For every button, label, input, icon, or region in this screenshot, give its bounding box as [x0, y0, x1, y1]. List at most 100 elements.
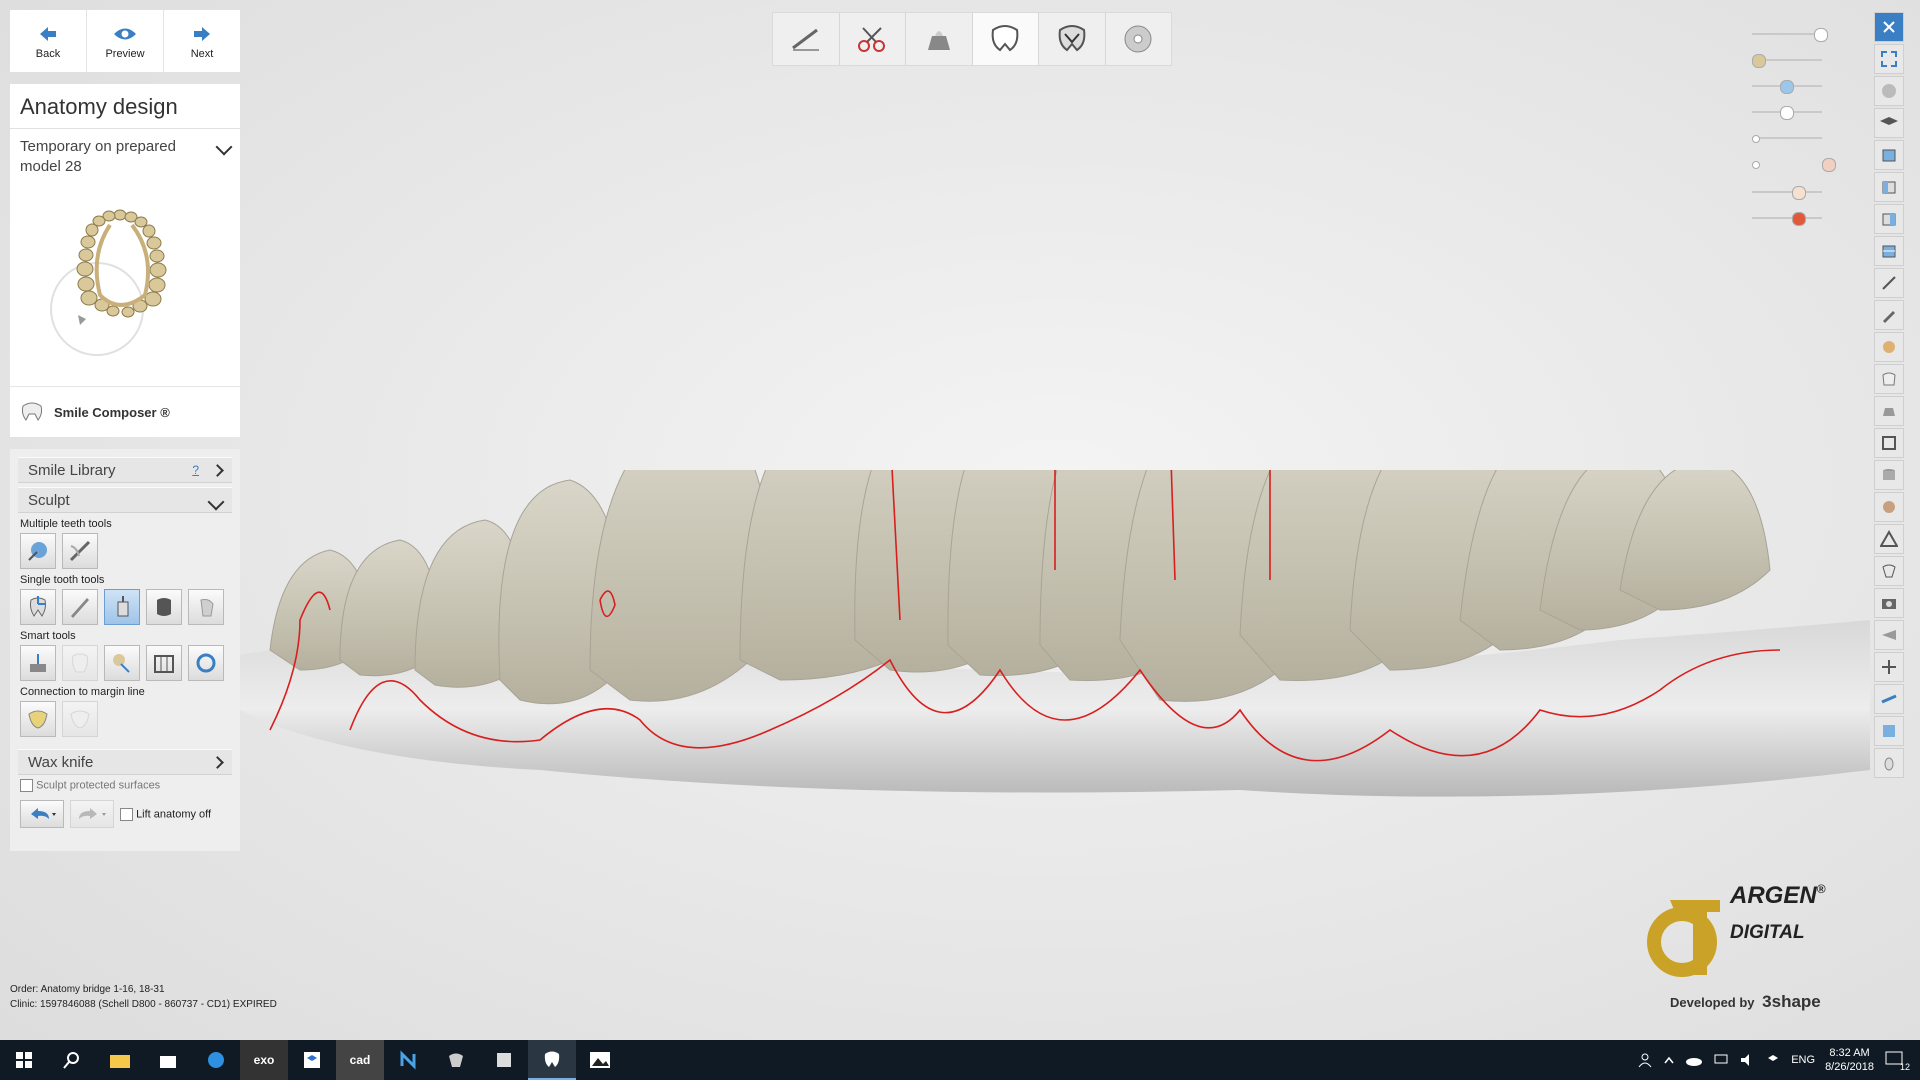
taskbar-exo[interactable]: exo: [240, 1040, 288, 1080]
view-front-button[interactable]: [1874, 140, 1904, 170]
undo-button[interactable]: [20, 800, 64, 828]
taskbar-scanner[interactable]: [480, 1040, 528, 1080]
view-top-button[interactable]: [1874, 236, 1904, 266]
taskbar-photos[interactable]: [576, 1040, 624, 1080]
lift-anatomy-option[interactable]: Lift anatomy off: [120, 807, 211, 821]
start-button[interactable]: [0, 1040, 48, 1080]
scan-button[interactable]: [1874, 332, 1904, 362]
face-button[interactable]: [1874, 492, 1904, 522]
taskbar-edge[interactable]: [192, 1040, 240, 1080]
chevron-down-icon[interactable]: [207, 493, 225, 511]
transform-teeth-tool[interactable]: [20, 533, 56, 569]
dropbox-tray-icon[interactable]: [1765, 1053, 1781, 1067]
cut-slider[interactable]: [1752, 130, 1840, 146]
view-right-button[interactable]: [1874, 204, 1904, 234]
ruler-button[interactable]: [1874, 684, 1904, 714]
step-margin[interactable]: [773, 13, 840, 65]
snapshot-button[interactable]: [1874, 588, 1904, 618]
brush-icon: [1884, 757, 1894, 771]
articulator-button[interactable]: [1874, 716, 1904, 746]
tooth-chart[interactable]: [10, 185, 240, 395]
step-anatomy[interactable]: [972, 13, 1039, 65]
margin-connect-tool[interactable]: [20, 701, 56, 737]
edge-icon: [208, 1052, 224, 1068]
volume-icon[interactable]: [1739, 1053, 1755, 1067]
warning-button[interactable]: [1874, 524, 1904, 554]
step-cutback[interactable]: [1039, 13, 1106, 65]
chevron-down-icon[interactable]: [215, 138, 233, 156]
view-left-button[interactable]: [1874, 172, 1904, 202]
wax-knife-tool[interactable]: [62, 589, 98, 625]
step-trim[interactable]: [840, 13, 906, 65]
brush-button[interactable]: [1874, 748, 1904, 778]
wax-knife-section[interactable]: Wax knife: [18, 749, 232, 775]
plane-button[interactable]: [1874, 620, 1904, 650]
model-slider[interactable]: [1752, 26, 1840, 42]
network-icon[interactable]: [1713, 1053, 1729, 1067]
back-button[interactable]: Back: [10, 10, 87, 72]
sculpt-section[interactable]: Sculpt: [18, 487, 232, 513]
measure-button[interactable]: [1874, 268, 1904, 298]
preview-button[interactable]: Preview: [87, 10, 164, 72]
annotate-button[interactable]: [1874, 300, 1904, 330]
margin-adapt-tool[interactable]: [62, 701, 98, 737]
chevron-up-icon[interactable]: [1663, 1054, 1675, 1066]
cylinder-button[interactable]: [1874, 460, 1904, 490]
smooth-tool[interactable]: [188, 589, 224, 625]
taskbar-dropbox[interactable]: [288, 1040, 336, 1080]
smile-library-section[interactable]: Smile Library ?: [18, 457, 232, 483]
lift-anatomy-checkbox[interactable]: [120, 807, 133, 821]
transform-tooth-tool[interactable]: [20, 589, 56, 625]
taskbar-cad[interactable]: cad: [336, 1040, 384, 1080]
next-button[interactable]: Next: [164, 10, 240, 72]
tooth-slider[interactable]: [1752, 78, 1840, 94]
view-orbit-button[interactable]: [1874, 76, 1904, 106]
smile-composer-row[interactable]: Smile Composer ®: [10, 386, 240, 437]
redo-button[interactable]: [70, 800, 114, 828]
fullscreen-button[interactable]: [1874, 44, 1904, 74]
chevron-right-icon[interactable]: [211, 463, 224, 477]
sculpt-multiple-tool[interactable]: [62, 533, 98, 569]
sculpt-protected-checkbox[interactable]: [20, 779, 33, 792]
antagonist-slider[interactable]: [1752, 52, 1840, 68]
margin-slider[interactable]: [1752, 156, 1840, 172]
sculpt-protected-option[interactable]: Sculpt protected surfaces: [20, 779, 230, 792]
crown-view-button[interactable]: [1874, 364, 1904, 394]
people-icon[interactable]: [1637, 1052, 1653, 1068]
smart-tools-label: Smart tools: [20, 630, 76, 642]
notification-center[interactable]: 12: [1884, 1050, 1910, 1072]
gum-slider[interactable]: [1752, 210, 1840, 226]
chevron-right-icon[interactable]: [211, 755, 224, 769]
crown-slider[interactable]: [1752, 104, 1840, 120]
smart-contact-tool[interactable]: [104, 645, 140, 681]
smart-shape-tool[interactable]: [62, 645, 98, 681]
design-selector[interactable]: Temporary on prepared model 28: [10, 129, 240, 185]
taskbar-store[interactable]: [144, 1040, 192, 1080]
cloud-icon[interactable]: [1685, 1054, 1703, 1066]
smart-rotate-tool[interactable]: [188, 645, 224, 681]
model-view-button[interactable]: [1874, 396, 1904, 426]
taskbar-app-n[interactable]: [384, 1040, 432, 1080]
argen-mark-icon: [1647, 900, 1720, 977]
learn-button[interactable]: [1874, 108, 1904, 138]
undo-icon: [31, 808, 56, 819]
3d-viewport[interactable]: [240, 470, 1870, 920]
search-button[interactable]: [48, 1040, 96, 1080]
close-button[interactable]: [1874, 12, 1904, 42]
smart-connector-tool[interactable]: [146, 645, 182, 681]
language-indicator[interactable]: ENG: [1791, 1054, 1815, 1066]
prep-slider[interactable]: [1752, 184, 1840, 200]
transparency-button[interactable]: [1874, 556, 1904, 586]
morphing-tool[interactable]: [104, 589, 140, 625]
taskbar-explorer[interactable]: [96, 1040, 144, 1080]
taskbar-dental-app[interactable]: [432, 1040, 480, 1080]
section-button[interactable]: [1874, 428, 1904, 458]
step-output[interactable]: [1106, 13, 1172, 65]
step-die[interactable]: [906, 13, 973, 65]
taskbar-dental-designer[interactable]: [528, 1040, 576, 1080]
crown-tool[interactable]: [146, 589, 182, 625]
smart-adjust-tool[interactable]: [20, 645, 56, 681]
axis-button[interactable]: [1874, 652, 1904, 682]
clock[interactable]: 8:32 AM 8/26/2018: [1825, 1046, 1874, 1074]
help-link[interactable]: ?: [192, 463, 199, 477]
